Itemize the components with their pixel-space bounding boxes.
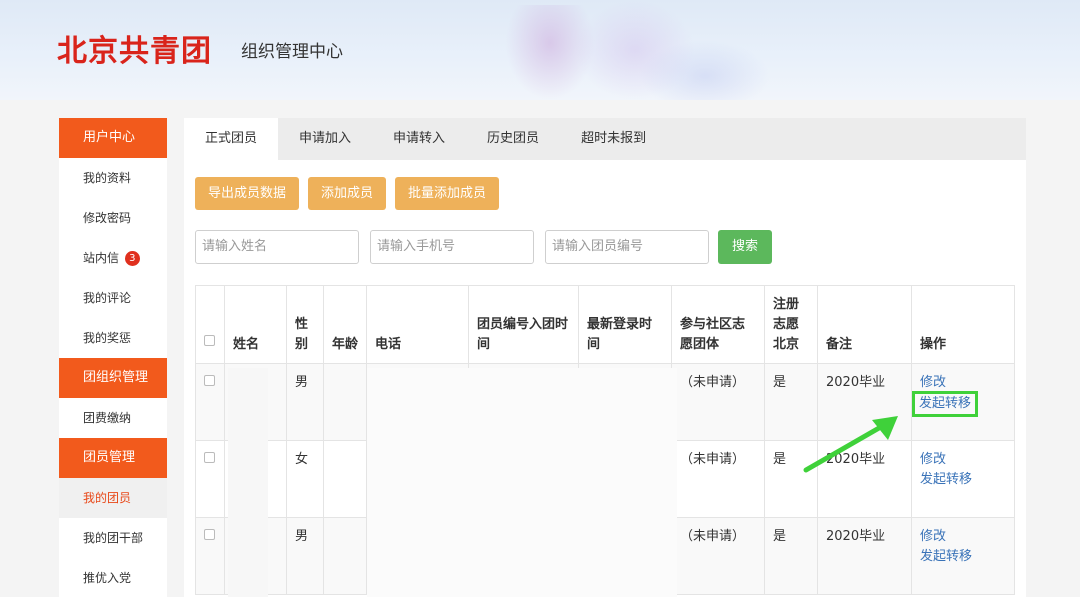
sidebar-item-my-comments[interactable]: 我的评论 (59, 278, 167, 318)
member-id-search-input[interactable]: 请输入团员编号 (545, 230, 709, 264)
sidebar-item-dues-payment[interactable]: 团费缴纳 (59, 398, 167, 438)
community-cell: （未申请） (671, 363, 765, 441)
row-checkbox[interactable] (204, 529, 215, 540)
column-header-phone: 电话 (366, 285, 469, 364)
age-cell (323, 517, 367, 595)
sidebar-item-my-profile[interactable]: 我的资料 (59, 158, 167, 198)
sidebar-item-change-password[interactable]: 修改密码 (59, 198, 167, 238)
column-header-ops: 操作 (911, 285, 1015, 364)
sidebar-section-org-management: 团组织管理 (59, 358, 167, 398)
community-cell: （未申请） (671, 517, 765, 595)
action-buttons: 导出成员数据 添加成员 批量添加成员 (195, 177, 500, 210)
column-header-gender: 性别 (286, 285, 324, 364)
unread-count-badge: 3 (124, 251, 140, 266)
tab-overdue-unreported[interactable]: 超时未报到 (560, 118, 667, 160)
tab-bar: 正式团员 申请加入 申请转入 历史团员 超时未报到 (184, 118, 1026, 160)
banner-figure-decoration (640, 40, 770, 100)
gender-cell: 男 (286, 363, 324, 441)
header-banner: 北京共青团 组织管理中心 (0, 0, 1080, 100)
sidebar-item-inbox[interactable]: 站内信 3 (59, 238, 167, 278)
transfer-link[interactable]: 发起转移 (920, 470, 1006, 490)
search-bar: 请输入姓名 请输入手机号 请输入团员编号 搜索 (195, 230, 772, 264)
column-header-community: 参与社区志愿团体 (671, 285, 765, 364)
gender-cell: 女 (286, 440, 324, 518)
row-checkbox[interactable] (204, 452, 215, 463)
ops-cell: 修改 发起转移 (911, 440, 1015, 518)
arrow-annotation-icon (803, 416, 898, 473)
tab-join-requests[interactable]: 申请加入 (278, 118, 372, 160)
add-member-button[interactable]: 添加成员 (308, 177, 387, 210)
tab-history-members[interactable]: 历史团员 (466, 118, 560, 160)
sidebar-item-inbox-label: 站内信 (83, 251, 120, 265)
ops-cell: 修改 发起转移 (911, 517, 1015, 595)
column-header-member-id: 团员编号入团时间 (468, 285, 579, 364)
tab-transfer-in-requests[interactable]: 申请转入 (372, 118, 466, 160)
sidebar-item-my-cadres[interactable]: 我的团干部 (59, 518, 167, 558)
sidebar-item-my-members[interactable]: 我的团员 (59, 478, 167, 518)
gender-cell: 男 (286, 517, 324, 595)
column-header-last-login: 最新登录时间 (578, 285, 672, 364)
site-logo[interactable]: 北京共青团 (57, 26, 212, 70)
tab-official-members[interactable]: 正式团员 (184, 118, 279, 160)
age-cell (323, 440, 367, 518)
row-select-cell (195, 517, 225, 595)
sidebar-section-member-management: 团员管理 (59, 438, 167, 478)
edit-link[interactable]: 修改 (920, 373, 1006, 393)
row-select-cell (195, 440, 225, 518)
column-header-volunteer: 注册志愿北京 (764, 285, 818, 364)
community-cell: （未申请） (671, 440, 765, 518)
edit-link[interactable]: 修改 (920, 450, 1006, 470)
phone-search-input[interactable]: 请输入手机号 (370, 230, 534, 264)
redaction-mask (228, 368, 268, 597)
batch-add-members-button[interactable]: 批量添加成员 (395, 177, 500, 210)
column-header-age: 年龄 (323, 285, 367, 364)
table-header-row: 姓名 性别 年龄 电话 团员编号入团时间 最新登录时间 参与社区志愿团体 注册志… (195, 285, 1015, 364)
sidebar-item-my-rewards[interactable]: 我的奖惩 (59, 318, 167, 358)
column-header-note: 备注 (817, 285, 912, 364)
age-cell (323, 363, 367, 441)
sidebar-section-user-center: 用户中心 (59, 118, 167, 158)
search-button[interactable]: 搜索 (718, 230, 772, 264)
redaction-mask (367, 368, 677, 597)
volunteer-cell: 是 (764, 517, 818, 595)
row-checkbox[interactable] (204, 375, 215, 386)
select-all-checkbox[interactable] (204, 335, 215, 346)
edit-link[interactable]: 修改 (920, 527, 1006, 547)
column-header-name: 姓名 (224, 285, 287, 364)
transfer-link[interactable]: 发起转移 (920, 547, 1006, 567)
page-subtitle: 组织管理中心 (241, 42, 343, 62)
export-members-button[interactable]: 导出成员数据 (195, 177, 300, 210)
select-all-cell (195, 285, 225, 364)
sidebar-item-party-recommend[interactable]: 推优入党 (59, 558, 167, 597)
ops-cell: 修改 发起转移 (911, 363, 1015, 441)
sidebar: 用户中心 我的资料 修改密码 站内信 3 我的评论 我的奖惩 团组织管理 团费缴… (59, 118, 167, 597)
row-select-cell (195, 363, 225, 441)
transfer-link-highlighted[interactable]: 发起转移 (912, 391, 979, 417)
name-search-input[interactable]: 请输入姓名 (195, 230, 359, 264)
note-cell: 2020毕业 (817, 517, 912, 595)
